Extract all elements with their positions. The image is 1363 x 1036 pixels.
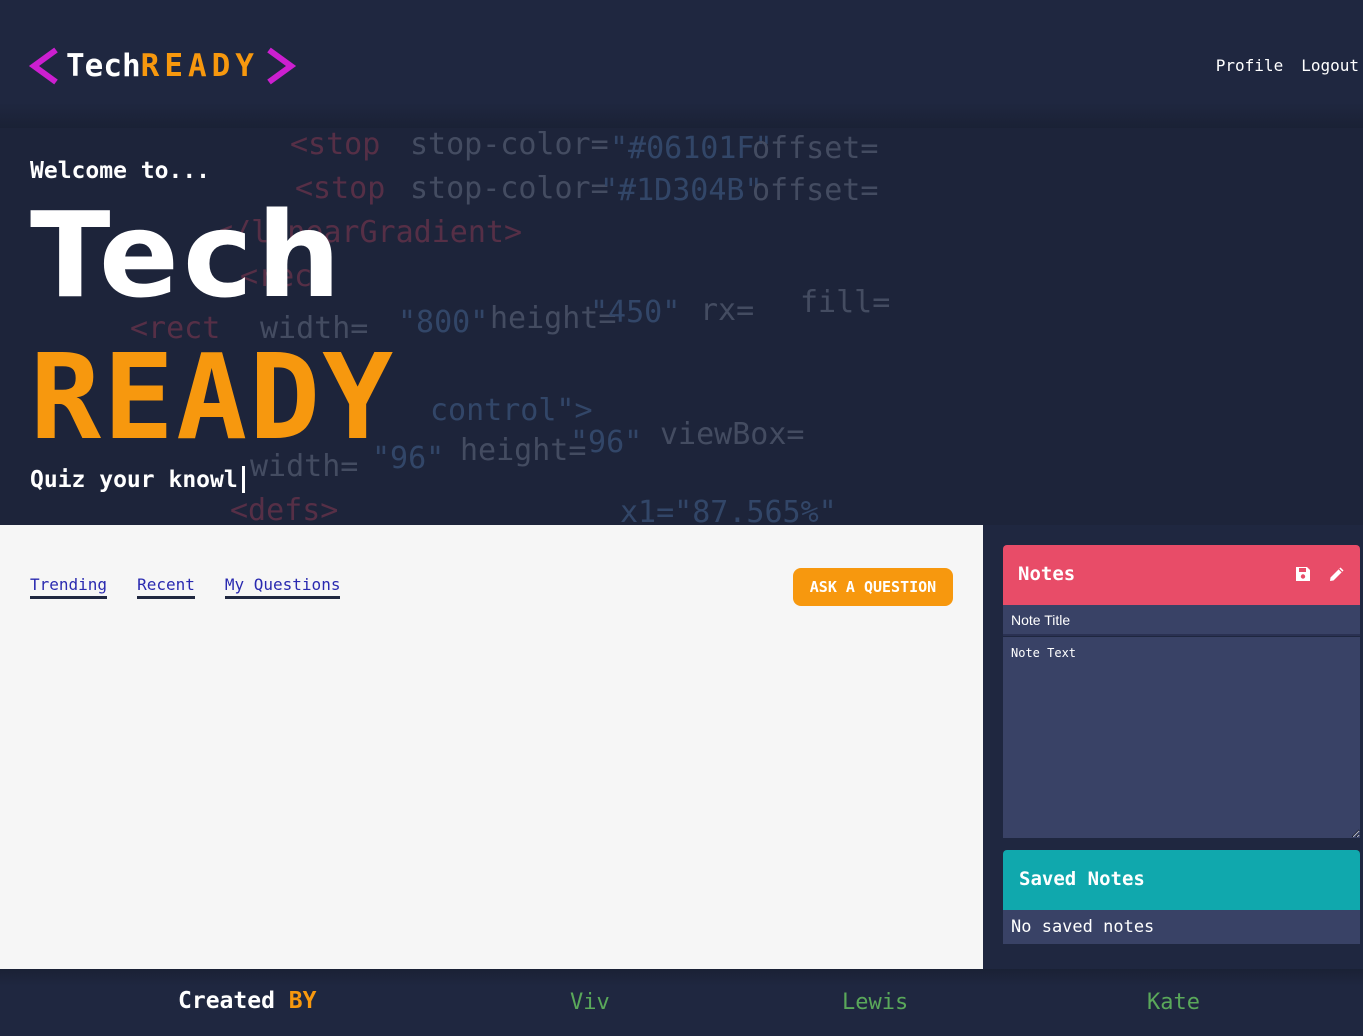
nav-logout-link[interactable]: Logout: [1301, 56, 1359, 75]
note-title-input[interactable]: [1003, 605, 1360, 636]
notes-header: Notes: [1003, 545, 1360, 605]
footer-created: Created: [178, 988, 275, 1014]
question-tabs: Trending Recent My Questions: [30, 575, 341, 599]
logo-text: TechREADY: [66, 48, 259, 84]
svg-text:stop-color=: stop-color=: [410, 171, 609, 206]
hero-title-ready: READY: [30, 328, 396, 466]
hero-banner: <stop stop-color= "#06101F" offset= <sto…: [0, 128, 1363, 525]
svg-text:"450": "450": [590, 295, 680, 330]
author-lewis[interactable]: Lewis: [842, 990, 908, 1015]
svg-text:"#06101F": "#06101F": [610, 131, 773, 166]
svg-text:<stop: <stop: [290, 128, 380, 162]
pencil-icon[interactable]: [1328, 565, 1346, 583]
typing-cursor: [241, 466, 245, 493]
svg-text:"#1D304B": "#1D304B": [600, 173, 763, 208]
logo-ready: READY: [140, 48, 259, 84]
hero-tagline: Quiz your knowl: [30, 466, 245, 493]
notes-sidebar: Notes Saved Notes No saved notes: [983, 525, 1363, 969]
right-chevron-icon: [267, 47, 297, 85]
svg-text:rx=: rx=: [700, 293, 754, 328]
footer-created-by: Created BY: [178, 988, 317, 1014]
saved-notes-header: Saved Notes: [1003, 850, 1360, 910]
svg-text:control">: control">: [430, 393, 593, 428]
tab-trending[interactable]: Trending: [30, 575, 108, 599]
svg-text:fill=: fill=: [800, 285, 890, 320]
floppy-disk-icon[interactable]: [1295, 566, 1311, 582]
site-footer: Created BY Viv Lewis Kate: [0, 969, 1363, 1036]
questions-panel: Trending Recent My Questions ASK A QUEST…: [0, 525, 983, 969]
left-chevron-icon: [28, 47, 58, 85]
author-kate[interactable]: Kate: [1147, 990, 1200, 1015]
hero-title-tech: Tech: [30, 186, 345, 324]
nav-profile-link[interactable]: Profile: [1216, 56, 1283, 75]
svg-text:viewBox=: viewBox=: [660, 417, 805, 452]
svg-text:<defs>: <defs>: [230, 493, 338, 525]
svg-text:offset=: offset=: [752, 131, 878, 166]
hero-tagline-text: Quiz your knowl: [30, 466, 238, 493]
saved-notes-title: Saved Notes: [1019, 868, 1145, 890]
svg-text:"96": "96": [570, 425, 642, 460]
svg-text:"800": "800": [398, 305, 488, 340]
logo-tech: Tech: [66, 48, 141, 84]
note-text-area[interactable]: [1003, 637, 1360, 838]
techready-logo[interactable]: TechREADY: [28, 44, 297, 88]
svg-text:stop-color=: stop-color=: [410, 128, 609, 162]
ask-question-button[interactable]: ASK A QUESTION: [793, 568, 953, 606]
top-nav: Profile Logout: [1216, 56, 1359, 75]
svg-text:height=: height=: [460, 433, 586, 468]
footer-by: BY: [288, 988, 317, 1014]
tab-recent[interactable]: Recent: [137, 575, 195, 599]
top-header: TechREADY Profile Logout: [0, 0, 1363, 128]
svg-text:offset=: offset=: [752, 173, 878, 208]
hero-welcome: Welcome to...: [30, 158, 211, 184]
author-viv[interactable]: Viv: [570, 990, 610, 1015]
notes-title: Notes: [1018, 563, 1076, 585]
saved-notes-empty: No saved notes: [1003, 910, 1360, 944]
svg-text:x1="87.565%": x1="87.565%": [620, 495, 837, 525]
tab-my-questions[interactable]: My Questions: [224, 575, 341, 599]
